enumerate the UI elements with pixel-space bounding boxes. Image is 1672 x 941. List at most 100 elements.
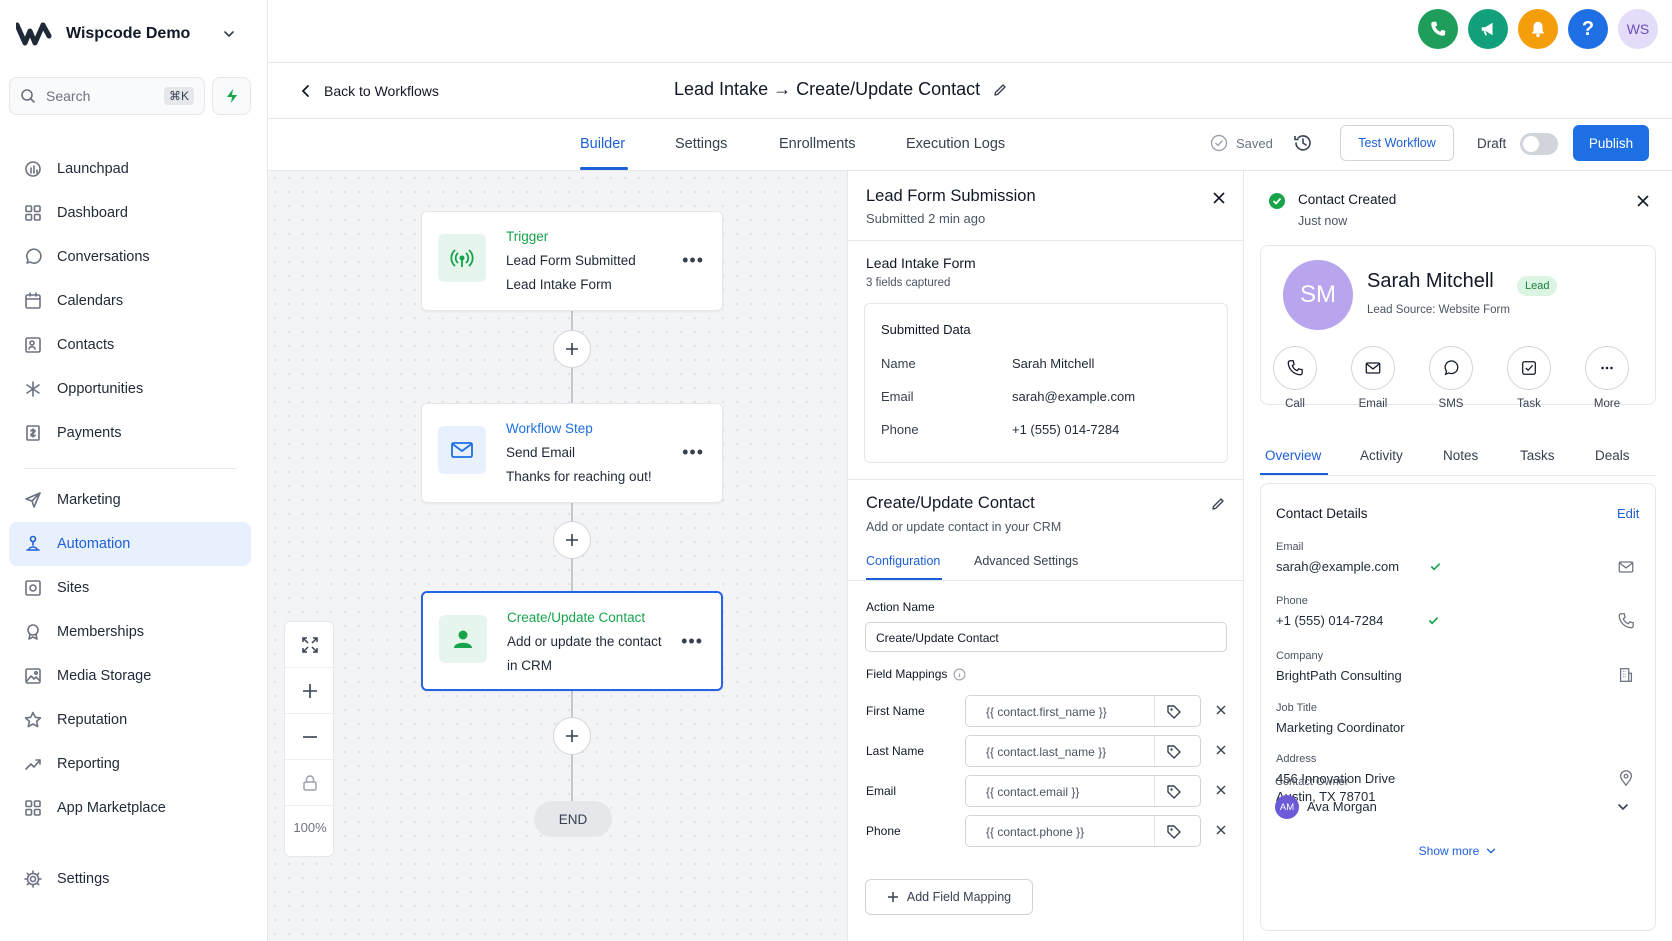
tag-icon[interactable] bbox=[1166, 784, 1182, 800]
sidebar-item-settings[interactable]: Settings bbox=[9, 857, 251, 901]
tab-execution-logs[interactable]: Execution Logs bbox=[906, 136, 1005, 152]
contact-name: Sarah Mitchell bbox=[1367, 270, 1494, 292]
remove-mapping-icon[interactable] bbox=[1214, 743, 1228, 757]
notifications-button[interactable] bbox=[1518, 9, 1558, 49]
detail-phone[interactable]: +1 (555) 014-7284 bbox=[1276, 613, 1383, 628]
tag-icon[interactable] bbox=[1166, 704, 1182, 720]
sidebar-item-dashboard[interactable]: Dashboard bbox=[9, 191, 251, 235]
workflow-step-node[interactable]: Workflow Step Send Email Thanks for reac… bbox=[421, 403, 723, 503]
zoom-out-button[interactable] bbox=[285, 714, 335, 760]
sidebar-item-app-marketplace[interactable]: App Marketplace bbox=[9, 786, 251, 830]
draft-toggle[interactable] bbox=[1520, 133, 1558, 155]
sidebar-item-contacts[interactable]: Contacts bbox=[9, 323, 251, 367]
publish-button[interactable]: Publish bbox=[1573, 125, 1649, 161]
help-button[interactable]: ? bbox=[1568, 9, 1608, 49]
sidebar-item-launchpad[interactable]: Launchpad bbox=[9, 147, 251, 191]
history-button[interactable] bbox=[1292, 132, 1314, 154]
more-options-icon[interactable]: ••• bbox=[682, 442, 704, 463]
account-switcher[interactable]: Wispcode Demo bbox=[16, 22, 236, 46]
tab-tasks[interactable]: Tasks bbox=[1520, 448, 1555, 463]
tab-deals[interactable]: Deals bbox=[1595, 448, 1630, 463]
show-more-button[interactable]: Show more bbox=[1260, 844, 1656, 858]
more-options-icon[interactable]: ••• bbox=[682, 250, 704, 271]
status-badge: Lead bbox=[1517, 276, 1558, 296]
fit-view-button[interactable] bbox=[285, 622, 335, 668]
zoom-controls: 100% bbox=[284, 621, 335, 857]
add-step-button[interactable] bbox=[553, 330, 591, 368]
chevron-down-icon[interactable] bbox=[1616, 800, 1630, 814]
sidebar-item-marketing[interactable]: Marketing bbox=[9, 478, 251, 522]
back-to-workflows-link[interactable]: Back to Workflows bbox=[300, 83, 439, 99]
sidebar-item-media-storage[interactable]: Media Storage bbox=[9, 654, 251, 698]
megaphone-button[interactable] bbox=[1468, 9, 1508, 49]
mapping-value-input[interactable]: {{ contact.first_name }} bbox=[965, 695, 1201, 727]
tab-enrollments[interactable]: Enrollments bbox=[779, 136, 856, 152]
action-name-input[interactable]: Create/Update Contact bbox=[865, 622, 1227, 652]
sidebar-item-calendars[interactable]: Calendars bbox=[9, 279, 251, 323]
edit-details-link[interactable]: Edit bbox=[1617, 506, 1639, 521]
workflow-title: Lead Intake → Create/Update Contact bbox=[674, 79, 1008, 100]
task-action[interactable]: Task bbox=[1499, 346, 1559, 410]
create-update-contact-node[interactable]: Create/Update Contact Add or update the … bbox=[421, 591, 723, 691]
tab-overview[interactable]: Overview bbox=[1265, 448, 1321, 463]
sidebar-item-reporting[interactable]: Reporting bbox=[9, 742, 251, 786]
chat-icon bbox=[1444, 360, 1459, 376]
zoom-in-button[interactable] bbox=[285, 668, 335, 714]
tab-configuration[interactable]: Configuration bbox=[866, 554, 940, 568]
sidebar-item-opportunities[interactable]: Opportunities bbox=[9, 367, 251, 411]
tab-settings[interactable]: Settings bbox=[675, 136, 727, 152]
edit-action-button[interactable] bbox=[1210, 496, 1226, 512]
tag-icon[interactable] bbox=[1166, 824, 1182, 840]
receipt-icon bbox=[26, 425, 40, 441]
workflow-canvas[interactable]: Trigger Lead Form Submitted Lead Intake … bbox=[268, 171, 848, 941]
quick-action-button[interactable] bbox=[212, 77, 251, 115]
phone-icon bbox=[1431, 21, 1446, 36]
more-action[interactable]: More bbox=[1577, 346, 1637, 410]
trigger-node[interactable]: Trigger Lead Form Submitted Lead Intake … bbox=[421, 211, 723, 311]
tab-builder[interactable]: Builder bbox=[580, 136, 625, 152]
location-pin-icon[interactable] bbox=[1617, 769, 1635, 787]
search-input[interactable]: Search ⌘K bbox=[9, 77, 205, 115]
data-key: Email bbox=[881, 389, 914, 404]
sidebar-item-payments[interactable]: Payments bbox=[9, 411, 251, 455]
phone-icon[interactable] bbox=[1617, 612, 1635, 630]
tab-advanced-settings[interactable]: Advanced Settings bbox=[974, 554, 1078, 568]
pencil-icon[interactable] bbox=[992, 82, 1008, 98]
call-action[interactable]: Call bbox=[1265, 346, 1325, 410]
sms-action[interactable]: SMS bbox=[1421, 346, 1481, 410]
sidebar-item-reputation[interactable]: Reputation bbox=[9, 698, 251, 742]
add-field-mapping-button[interactable]: Add Field Mapping bbox=[865, 879, 1033, 915]
mapping-value-input[interactable]: {{ contact.phone }} bbox=[965, 815, 1201, 847]
plus-icon bbox=[887, 892, 898, 902]
more-options-icon[interactable]: ••• bbox=[681, 631, 703, 652]
detail-email[interactable]: sarah@example.com bbox=[1276, 559, 1399, 574]
tab-notes[interactable]: Notes bbox=[1443, 448, 1478, 463]
sidebar-item-memberships[interactable]: Memberships bbox=[9, 610, 251, 654]
mapping-value-input[interactable]: {{ contact.email }} bbox=[965, 775, 1201, 807]
phone-button[interactable] bbox=[1418, 9, 1458, 49]
info-icon[interactable] bbox=[953, 668, 966, 681]
lock-canvas-button[interactable] bbox=[285, 760, 335, 806]
sidebar-item-automation[interactable]: Automation bbox=[9, 522, 251, 566]
tab-activity[interactable]: Activity bbox=[1360, 448, 1403, 463]
mapping-value-input[interactable]: {{ contact.last_name }} bbox=[965, 735, 1201, 767]
close-panel-button[interactable] bbox=[1636, 194, 1650, 208]
test-workflow-button[interactable]: Test Workflow bbox=[1340, 125, 1454, 161]
action-title: Create/Update Contact bbox=[866, 494, 1035, 512]
remove-mapping-icon[interactable] bbox=[1214, 703, 1228, 717]
add-step-button[interactable] bbox=[553, 717, 591, 755]
calendar-icon bbox=[25, 292, 41, 309]
node-line: Send Email bbox=[506, 445, 576, 460]
sidebar-item-sites[interactable]: Sites bbox=[9, 566, 251, 610]
contact-details-title: Contact Details bbox=[1276, 506, 1368, 521]
mail-icon[interactable] bbox=[1617, 558, 1635, 576]
close-panel-button[interactable] bbox=[1212, 191, 1226, 205]
remove-mapping-icon[interactable] bbox=[1214, 823, 1228, 837]
user-avatar[interactable]: WS bbox=[1618, 9, 1658, 49]
add-step-button[interactable] bbox=[553, 521, 591, 559]
remove-mapping-icon[interactable] bbox=[1214, 783, 1228, 797]
sidebar-item-conversations[interactable]: Conversations bbox=[9, 235, 251, 279]
email-action[interactable]: Email bbox=[1343, 346, 1403, 410]
detail-label: Job Title bbox=[1276, 702, 1317, 714]
tag-icon[interactable] bbox=[1166, 744, 1182, 760]
